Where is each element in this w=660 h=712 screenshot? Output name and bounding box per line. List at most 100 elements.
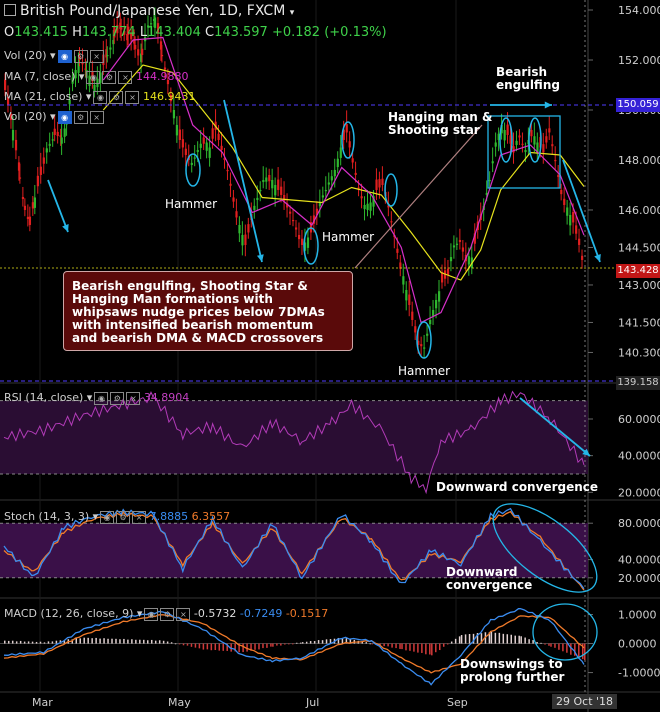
candle-body (402, 276, 405, 285)
macd-hist-bar (540, 642, 542, 644)
macd-hist-bar (27, 641, 30, 644)
tick-label: 148.000 (618, 154, 660, 167)
chevron-down-icon[interactable]: ▾ (79, 70, 85, 83)
candle-body (33, 197, 36, 208)
macd-hist-bar (395, 643, 397, 649)
macd-hist-bar (383, 643, 385, 647)
macd-hist-bar (202, 643, 205, 650)
candle-body (289, 211, 292, 214)
close-icon[interactable]: × (126, 391, 141, 405)
close-icon[interactable]: × (132, 510, 147, 524)
macd-hist-bar (498, 632, 501, 644)
ma7-label-text: MA (7, close) (4, 70, 76, 83)
vol2-indicator-label[interactable]: Vol (20) ▾ ◉ ⚙ × (4, 110, 104, 124)
high-value: 143.774 (81, 25, 136, 40)
macd-hist-bar (369, 643, 371, 645)
arrow-may-head (256, 254, 264, 262)
vol-indicator-label[interactable]: Vol (20) ▾ ◉ ⚙ × (4, 49, 104, 63)
chevron-down-icon[interactable]: ▾ (50, 49, 56, 62)
tick-label: 40.0000 (618, 450, 660, 463)
candle-body (244, 234, 247, 245)
eye-icon[interactable]: ◉ (57, 110, 72, 124)
macd-hist-bar (431, 643, 433, 656)
candle-body (435, 299, 438, 309)
candle-body (351, 158, 354, 163)
eye-icon[interactable]: ◉ (100, 510, 115, 524)
macd-hist-bar (95, 637, 97, 644)
tick-label: -1.0000 (618, 667, 660, 680)
eye-icon[interactable]: ◉ (57, 49, 72, 63)
macd-hist-bar (321, 640, 324, 644)
settings-icon[interactable]: ⚙ (73, 110, 88, 124)
chevron-down-icon[interactable]: ▾ (93, 510, 99, 523)
eye-icon[interactable]: ◉ (94, 391, 109, 405)
macd-hist-bar (166, 641, 169, 644)
candle-body (109, 47, 112, 50)
candle-body (292, 219, 295, 222)
candle-body (271, 179, 274, 189)
chevron-down-icon[interactable]: ▾ (87, 391, 93, 404)
chevron-down-icon[interactable]: ▾ (290, 8, 295, 18)
candle-body (247, 224, 250, 233)
candle-body (202, 137, 205, 144)
stoch-indicator-label[interactable]: Stoch (14, 3, 3) ▾ ◉ ⚙ × 7.8885 6.3557 (4, 510, 230, 524)
eye-icon[interactable]: ◉ (93, 90, 108, 104)
macd-hist-bar (532, 640, 534, 644)
ma7-indicator-label[interactable]: MA (7, close) ▾ ◉ ⚙ × 144.9880 (4, 70, 188, 84)
candle-body (324, 189, 327, 192)
settings-icon[interactable]: ⚙ (116, 510, 131, 524)
candle-body (259, 189, 262, 192)
candle-body (283, 194, 286, 202)
eye-icon[interactable]: ◉ (86, 70, 101, 84)
close-icon[interactable]: × (176, 607, 191, 621)
ma21-indicator-label[interactable]: MA (21, close) ▾ ◉ ⚙ × 146.9431 (4, 90, 195, 104)
macd-hist-bar (468, 633, 471, 644)
symbol-title[interactable]: British Pound/Japanese Yen, 1D, FXCM ▾ (4, 3, 294, 19)
settings-icon[interactable]: ⚙ (73, 49, 88, 63)
macd-hist-bar (305, 641, 308, 644)
close-icon[interactable]: × (125, 90, 140, 104)
macd-hist-bar (150, 639, 153, 644)
candle-body (26, 216, 30, 219)
settings-icon[interactable]: ⚙ (160, 607, 175, 621)
date-tag: 29 Oct '18 (552, 694, 618, 709)
candle-body (566, 207, 569, 216)
hammer-label-2: Hammer (322, 230, 375, 244)
rsi-indicator-label[interactable]: RSI (14, close) ▾ ◉ ⚙ × 34.8904 (4, 391, 189, 405)
settings-icon[interactable]: ⚙ (110, 391, 125, 405)
macd-hist-bar (218, 643, 221, 651)
macd-hist-bar (454, 638, 457, 644)
candle-body (268, 174, 271, 182)
candle-body (31, 202, 35, 209)
macd-hist-bar (4, 640, 6, 644)
macd-hist-bar (194, 643, 197, 648)
close-value: 143.597 (214, 25, 268, 40)
close-icon[interactable]: × (118, 70, 133, 84)
chevron-down-icon[interactable]: ▾ (50, 110, 56, 123)
settings-icon[interactable]: ⚙ (109, 90, 124, 104)
tick-label: 152.000 (618, 54, 660, 67)
macd-note: Downswings to prolong further (460, 657, 565, 684)
candle-body (306, 237, 310, 248)
candle-body (381, 178, 384, 185)
eye-icon[interactable]: ◉ (144, 607, 159, 621)
candle-body (28, 216, 32, 225)
candle-body (232, 197, 235, 202)
macd-hist-bar (494, 632, 497, 644)
close-icon[interactable]: × (89, 110, 104, 124)
settings-icon[interactable]: ⚙ (102, 70, 117, 84)
macd-hist-bar (266, 643, 268, 648)
tick-label: 144.500 (618, 241, 660, 254)
chevron-down-icon[interactable]: ▾ (137, 607, 143, 620)
macd-hist-bar (325, 639, 328, 644)
collapse-icon[interactable] (4, 4, 16, 16)
chart-canvas: 154.000152.000150.000148.000146.000144.5… (0, 0, 660, 712)
macd-indicator-label[interactable]: MACD (12, 26, close, 9) ▾ ◉ ⚙ × -0.5732 -0.… (4, 607, 328, 621)
close-icon[interactable]: × (89, 49, 104, 63)
candle-body (432, 309, 435, 317)
candle-body (554, 159, 557, 162)
chevron-down-icon[interactable]: ▾ (86, 90, 92, 103)
x-label-sep: Sep (447, 696, 468, 709)
candle-body (36, 175, 39, 187)
macd-hist-bar (83, 637, 85, 644)
